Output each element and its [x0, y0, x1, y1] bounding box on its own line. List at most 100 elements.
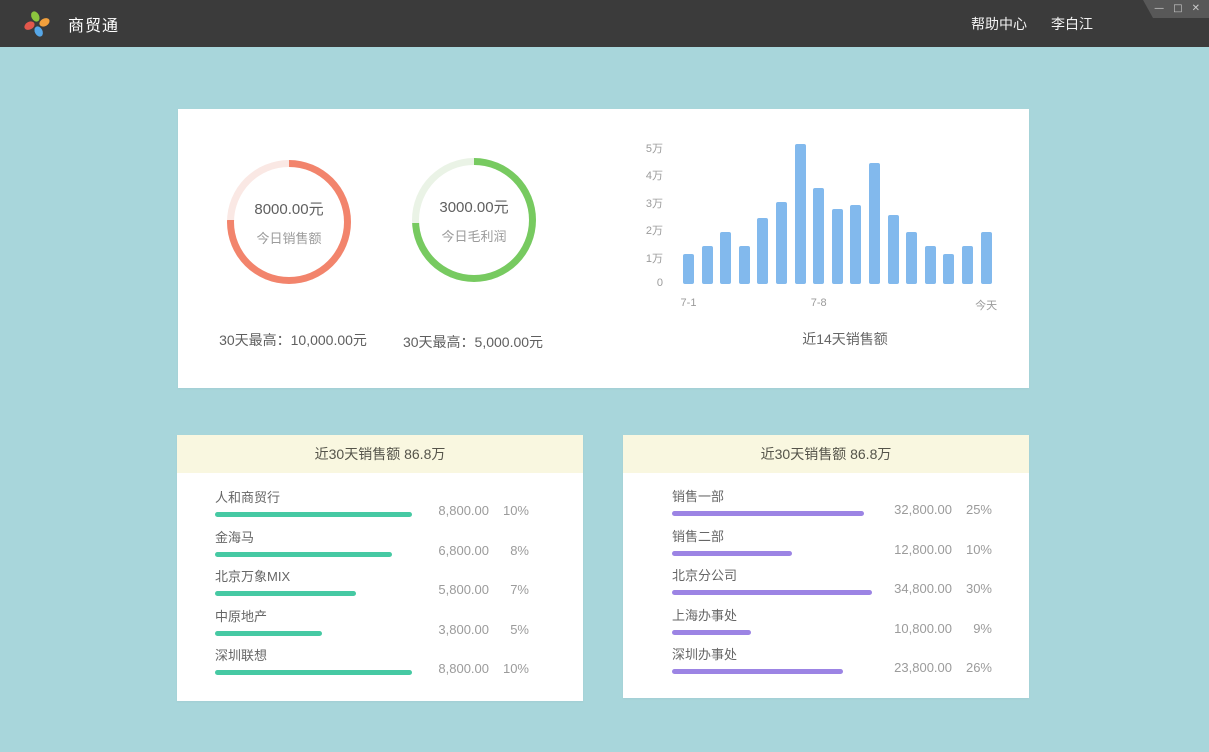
rank-item-figures: 34,800.0030% — [894, 568, 992, 596]
rank-item-name: 中原地产 — [215, 609, 322, 624]
app-window: 商贸通 帮助中心 李白江 — □ ✕ 8000.00元 今日销售额 30天最高：… — [0, 0, 1209, 752]
days-chart-y-axis: 01万2万3万4万5万 — [608, 109, 663, 284]
day-sales-bar — [981, 232, 992, 284]
y-tick-label: 5万 — [646, 140, 663, 156]
rank-item-name: 北京万象MIX — [215, 569, 356, 584]
rank-item-bar — [672, 669, 843, 674]
rank-item-name: 上海办事处 — [672, 608, 751, 623]
day-sales-bar — [869, 163, 880, 284]
rank-item-bar — [672, 630, 751, 635]
rank-list: 销售一部 32,800.0025% 销售二部 12,800.0010% 北京分公司 34,… — [623, 473, 1029, 687]
sales-30d-max-label: 30天最高：10,000.00元 — [219, 330, 367, 350]
rank-item-percent: 7% — [489, 582, 529, 597]
rank-item-figures: 10,800.009% — [894, 608, 992, 636]
rank-item: 中原地产 — [215, 609, 322, 636]
close-button[interactable]: ✕ — [1192, 0, 1200, 18]
day-sales-bar — [906, 232, 917, 284]
rank-item-percent: 9% — [952, 621, 992, 636]
rank-item-value: 10,800.00 — [894, 621, 952, 636]
rank-item-name: 金海马 — [215, 530, 392, 545]
rank-row: 销售二部 12,800.0010% — [672, 529, 992, 569]
rank-row: 北京万象MIX 5,800.007% — [215, 569, 529, 609]
x-tick-label: 今天 — [975, 297, 997, 313]
rank-row: 人和商贸行8,800.0010% — [215, 490, 529, 530]
rank-item-percent: 10% — [489, 661, 529, 676]
y-tick-label: 4万 — [646, 167, 663, 183]
rank-item-value: 5,800.00 — [438, 582, 489, 597]
day-sales-bar — [720, 232, 731, 284]
rank-list: 人和商贸行8,800.0010%金海马 6,800.008% 北京万象MIX 5,80… — [177, 473, 583, 688]
rank-item-value: 32,800.00 — [894, 502, 952, 517]
day-sales-bar — [813, 188, 824, 284]
rank-item-bar — [672, 511, 864, 516]
rank-item-value: 8,800.00 — [438, 503, 489, 518]
today-sales-value: 8000.00元 — [254, 198, 323, 219]
today-sales-ring-center: 8000.00元 今日销售额 — [234, 167, 344, 277]
day-sales-bar — [776, 202, 787, 284]
x-tick-label: 7-1 — [681, 297, 697, 309]
pinwheel-logo-icon — [22, 9, 52, 39]
app-title: 商贸通 — [68, 0, 119, 47]
rank-item: 北京万象MIX — [215, 569, 356, 596]
rank-item-name: 北京分公司 — [672, 568, 872, 583]
department-rank-card: 近30天销售额 86.8万 销售一部 32,800.0025% 销售二部 12,800… — [623, 435, 1029, 698]
help-center-link[interactable]: 帮助中心 — [971, 14, 1027, 34]
department-rank-title: 近30天销售额 86.8万 — [623, 435, 1029, 473]
rank-item-figures: 8,800.0010% — [438, 490, 529, 518]
rank-item-percent: 8% — [489, 543, 529, 558]
day-sales-bar — [702, 246, 713, 284]
rank-item-figures: 5,800.007% — [438, 569, 529, 597]
today-profit-caption: 今日毛利润 — [441, 226, 506, 245]
rank-item-value: 23,800.00 — [894, 660, 952, 675]
rank-item-value: 6,800.00 — [438, 543, 489, 558]
rank-item-figures: 8,800.0010% — [438, 648, 529, 676]
rank-item-bar — [215, 631, 322, 636]
rank-row: 上海办事处 10,800.009% — [672, 608, 992, 648]
rank-item-bar — [215, 591, 356, 596]
day-sales-bar — [962, 246, 973, 284]
rank-item-percent: 26% — [952, 660, 992, 675]
days-bar-plot: 7-17-8今天 — [683, 109, 999, 284]
rank-item-bar — [215, 670, 412, 675]
today-profit-value: 3000.00元 — [439, 196, 508, 217]
rank-item-percent: 30% — [952, 581, 992, 596]
rank-row: 深圳办事处23,800.0026% — [672, 647, 992, 687]
rank-item: 北京分公司 — [672, 568, 872, 595]
rank-item: 销售一部 — [672, 489, 864, 516]
rank-item-value: 8,800.00 — [438, 661, 489, 676]
customer-rank-card: 近30天销售额 86.8万 人和商贸行8,800.0010%金海马6,800.0… — [177, 435, 583, 701]
rank-item-percent: 10% — [952, 542, 992, 557]
day-sales-bar — [832, 209, 843, 284]
rank-item-value: 34,800.00 — [894, 581, 952, 596]
top-menu: 帮助中心 李白江 — [971, 0, 1093, 47]
y-tick-label: 0 — [657, 277, 663, 289]
rank-item-bar — [672, 551, 792, 556]
rank-item-figures: 12,800.0010% — [894, 529, 992, 557]
minimize-button[interactable]: — — [1154, 0, 1164, 18]
window-controls: — □ ✕ — [1140, 0, 1209, 18]
rank-item: 销售二部 — [672, 529, 792, 556]
rank-item-name: 深圳联想 — [215, 648, 412, 663]
rank-item: 上海办事处 — [672, 608, 751, 635]
maximize-button[interactable]: □ — [1173, 0, 1182, 18]
overview-card: 8000.00元 今日销售额 30天最高：10,000.00元 3000.00元… — [178, 109, 1029, 388]
rank-item-percent: 25% — [952, 502, 992, 517]
day-sales-bar — [888, 215, 899, 284]
day-sales-bar — [795, 144, 806, 284]
rank-row: 北京分公司 34,800.0030% — [672, 568, 992, 608]
rank-item-figures: 32,800.0025% — [894, 489, 992, 517]
day-sales-bar — [683, 254, 694, 284]
rank-item-name: 销售二部 — [672, 529, 792, 544]
rank-item-figures: 6,800.008% — [438, 530, 529, 558]
rank-item-bar — [672, 590, 872, 595]
today-profit-ring-center: 3000.00元 今日毛利润 — [419, 165, 529, 275]
user-name-link[interactable]: 李白江 — [1051, 14, 1093, 34]
day-sales-bar — [850, 205, 861, 284]
rank-row: 销售一部 32,800.0025% — [672, 489, 992, 529]
rank-item-value: 3,800.00 — [438, 622, 489, 637]
rank-row: 金海马 6,800.008% — [215, 530, 529, 570]
rank-item-value: 12,800.00 — [894, 542, 952, 557]
days-chart-title: 近14天销售额 — [802, 329, 888, 349]
x-tick-label: 7-8 — [811, 297, 827, 309]
rank-item-figures: 23,800.0026% — [894, 647, 992, 675]
